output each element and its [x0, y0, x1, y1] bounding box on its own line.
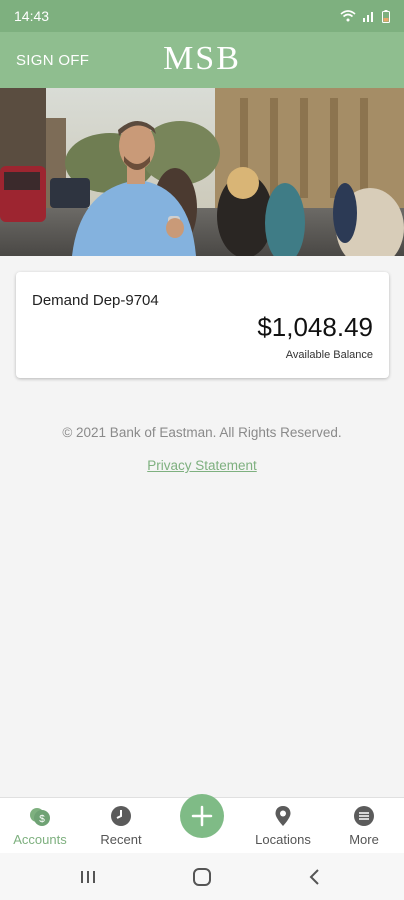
nav-more[interactable]: More: [324, 798, 404, 854]
clock-icon: [111, 806, 131, 826]
nav-label-locations: Locations: [255, 832, 311, 847]
back-icon[interactable]: [303, 865, 327, 889]
status-bar: 14:43: [0, 0, 404, 32]
svg-text:$: $: [39, 814, 45, 825]
hero-image: [0, 88, 404, 256]
app-header: SIGN OFF MSB: [0, 32, 404, 88]
account-balance: $1,048.49: [257, 312, 373, 342]
battery-icon: [382, 9, 390, 23]
location-pin-icon: [275, 806, 291, 826]
status-icons: [340, 9, 390, 23]
privacy-statement-link[interactable]: Privacy Statement: [0, 458, 404, 473]
account-card[interactable]: Demand Dep-9704 $1,048.49 Available Bala…: [16, 272, 389, 378]
wifi-icon: [340, 10, 356, 22]
recent-apps-icon[interactable]: [76, 865, 100, 889]
bottom-nav: $ Accounts Recent Locations More: [0, 794, 404, 854]
accounts-icon: $: [30, 808, 50, 826]
nav-recent[interactable]: Recent: [81, 798, 161, 854]
status-time: 14:43: [14, 8, 50, 24]
nav-label-accounts: Accounts: [13, 832, 67, 847]
signal-icon: [363, 12, 373, 22]
system-nav-bar: [0, 853, 404, 900]
plus-icon: [191, 805, 213, 827]
account-name: Demand Dep-9704: [32, 292, 159, 309]
bank-logo: MSB: [163, 40, 241, 77]
hero-illustration: [0, 88, 404, 256]
add-button[interactable]: [180, 794, 224, 838]
nav-label-recent: Recent: [100, 832, 142, 847]
more-icon: [354, 806, 374, 826]
copyright-text: © 2021 Bank of Eastman. All Rights Reser…: [62, 425, 342, 440]
nav-label-more: More: [349, 832, 379, 847]
nav-locations[interactable]: Locations: [243, 798, 323, 854]
home-icon[interactable]: [190, 865, 214, 889]
nav-accounts[interactable]: $ Accounts: [0, 798, 80, 854]
available-balance-label: Available Balance: [285, 349, 373, 361]
